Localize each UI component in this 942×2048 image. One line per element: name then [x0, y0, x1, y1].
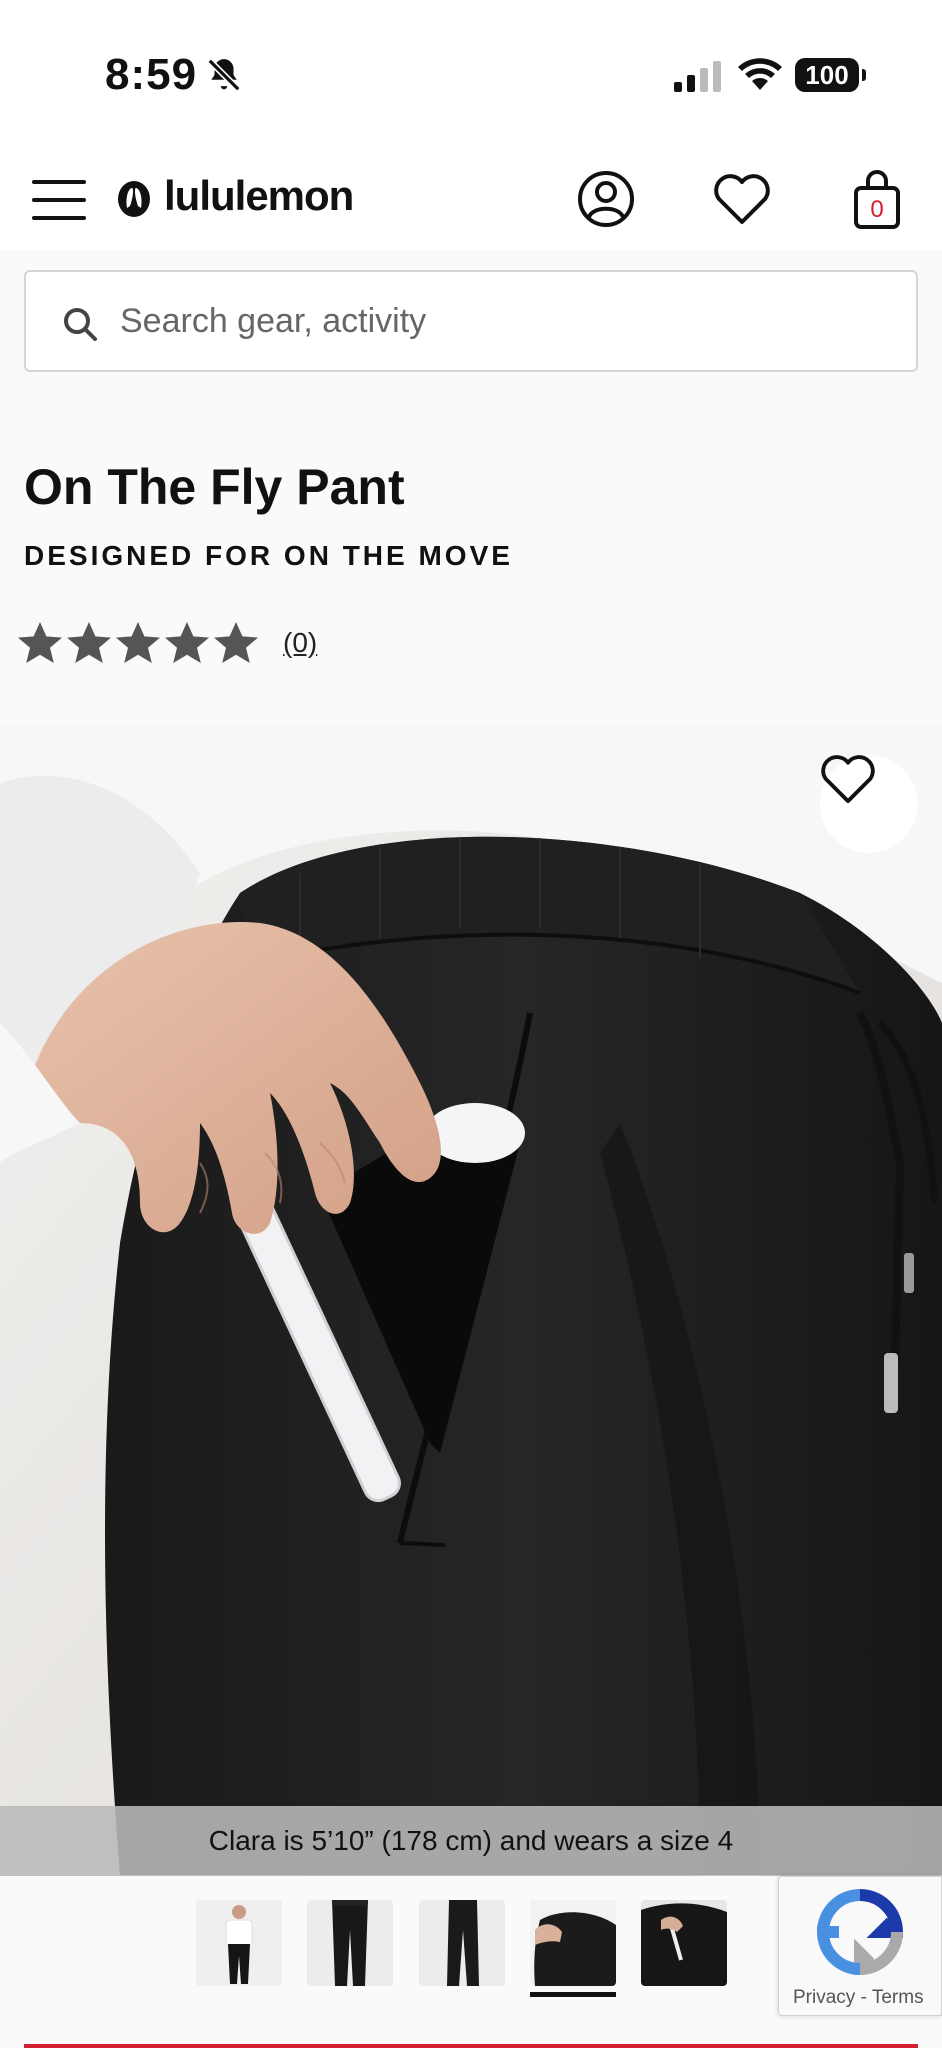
thumbnail-5[interactable]: [641, 1900, 727, 1986]
thumbnail-image: [641, 1900, 727, 1986]
thumbnail-image: [196, 1900, 282, 1986]
search-input[interactable]: [120, 296, 880, 346]
wishlist-icon[interactable]: [713, 174, 771, 226]
rating-stars[interactable]: (0): [16, 617, 317, 669]
active-thumbnail-indicator: [530, 1992, 616, 1997]
account-icon[interactable]: [577, 170, 635, 228]
thumbnail-1[interactable]: [196, 1900, 282, 1986]
thumbnail-3[interactable]: [419, 1900, 505, 1986]
review-count-link[interactable]: (0): [283, 627, 317, 659]
thumbnail-2[interactable]: [307, 1900, 393, 1986]
product-subtitle: DESIGNED FOR ON THE MOVE: [24, 540, 513, 571]
bottom-accent-line: [24, 2044, 918, 2048]
heart-icon: [821, 755, 875, 804]
recaptcha-terms-link[interactable]: Terms: [872, 1987, 924, 2008]
status-bar: 8:59 100: [0, 0, 942, 150]
star-icon: [67, 622, 111, 663]
recaptcha-separator: -: [855, 1987, 872, 2008]
product-title: On The Fly Pant: [24, 459, 405, 515]
battery-indicator: 100: [795, 58, 866, 92]
product-photo-illustration: [0, 723, 942, 1875]
recaptcha-links: Privacy - Terms: [793, 1987, 924, 2009]
site-header: lululemon 0: [0, 150, 942, 250]
bell-slash-icon: [207, 58, 241, 92]
thumbnail-image: [307, 1900, 393, 1986]
signal-icon: [674, 61, 721, 92]
thumbnail-image: [530, 1900, 616, 1986]
thumbnail-image: [419, 1900, 505, 1986]
status-time: 8:59: [105, 50, 198, 99]
star-icon: [214, 622, 258, 663]
recaptcha-privacy-link[interactable]: Privacy: [793, 1987, 855, 2008]
search-bar[interactable]: [24, 270, 918, 372]
brand-name[interactable]: lululemon: [164, 172, 354, 220]
thumbnail-4[interactable]: [530, 1900, 616, 1986]
wifi-icon: [738, 58, 782, 90]
star-icon: [165, 622, 209, 663]
recaptcha-badge[interactable]: Privacy - Terms: [778, 1876, 942, 2016]
recaptcha-icon: [816, 1889, 904, 1976]
lululemon-logo-icon[interactable]: [117, 180, 151, 218]
image-wishlist-button[interactable]: [820, 755, 918, 853]
bag-count-badge: 0: [870, 196, 884, 223]
model-size-caption: Clara is 5’10” (178 cm) and wears a size…: [0, 1806, 942, 1876]
menu-icon[interactable]: [32, 178, 86, 222]
product-image[interactable]: [0, 723, 942, 1875]
product-page: 8:59 100 lululemon 0 Search gear, activi…: [0, 0, 942, 2048]
search-icon: [64, 308, 97, 341]
star-icon: [116, 622, 160, 663]
star-icon: [18, 622, 62, 663]
